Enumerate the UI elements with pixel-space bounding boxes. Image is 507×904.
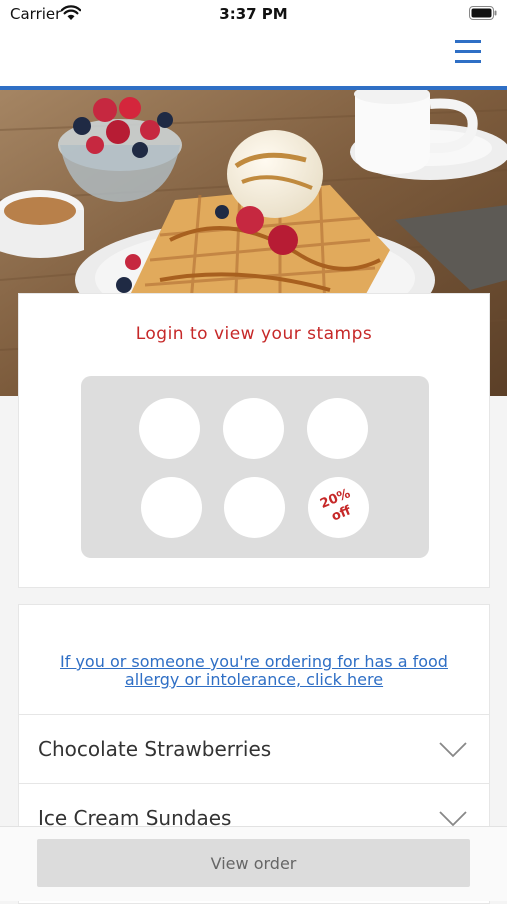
allergy-link-line-1: If you or someone you're ordering for ha… <box>60 652 448 671</box>
stamp-slot <box>139 398 200 459</box>
nav-bar <box>0 30 507 90</box>
stamp-slot <box>307 398 368 459</box>
stamp-slot <box>223 398 284 459</box>
allergy-link-line-2: allergy or intolerance, click here <box>124 670 384 689</box>
battery-icon <box>469 6 497 20</box>
hamburger-menu-icon[interactable] <box>455 40 483 66</box>
stamp-card: Login to view your stamps 20% off <box>18 293 490 588</box>
bottom-bar: View order <box>0 826 507 901</box>
category-label: Chocolate Strawberries <box>38 737 272 761</box>
status-time: 3:37 PM <box>219 5 288 23</box>
stamp-card-title: Login to view your stamps <box>135 324 373 344</box>
stamp-grid: 20% off <box>81 376 429 558</box>
chevron-down-icon <box>439 742 467 758</box>
category-chocolate-strawberries[interactable]: Chocolate Strawberries <box>19 714 489 783</box>
stamp-slot <box>224 477 285 538</box>
status-bar: Carrier 3:37 PM <box>0 0 507 30</box>
view-order-button[interactable]: View order <box>37 839 470 887</box>
chevron-down-icon <box>439 811 467 827</box>
reward-stamp: 20% off <box>308 477 369 538</box>
allergy-info-link[interactable]: If you or someone you're ordering for ha… <box>39 653 469 689</box>
reward-label: 20% off <box>304 481 373 534</box>
stamp-slot <box>141 477 202 538</box>
